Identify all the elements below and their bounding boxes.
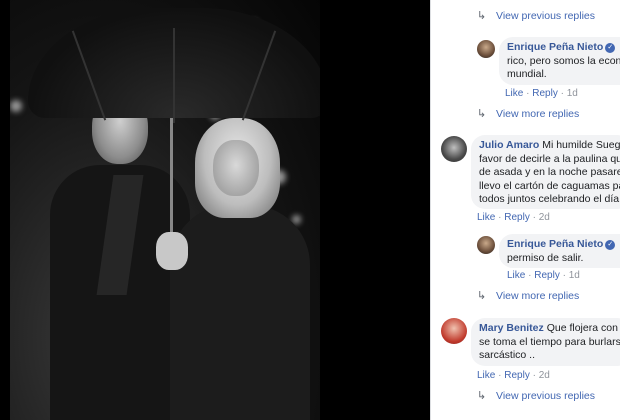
reply-link[interactable]: Reply — [504, 370, 530, 381]
comment-author[interactable]: Enrique Peña Nieto — [507, 238, 603, 250]
comment-timestamp[interactable]: 2d — [539, 370, 550, 381]
like-link[interactable]: Like — [505, 88, 523, 99]
hand — [156, 232, 188, 270]
comment-actions: Like · Reply · 2d — [477, 212, 550, 223]
comment-text: rico, pero somos la econ — [507, 54, 620, 67]
verified-badge-icon: ✓ — [605, 240, 616, 250]
reply-link[interactable]: Reply — [504, 212, 530, 223]
reply-bubble: Enrique Peña Nieto✓ N rico, pero somos l… — [499, 37, 620, 85]
view-more-replies-link[interactable]: View more replies — [496, 290, 579, 302]
comment-author[interactable]: Mary Benitez — [479, 322, 544, 334]
comment-timestamp[interactable]: 1d — [569, 270, 580, 281]
comments-panel: ↳ View previous replies Enrique Peña Nie… — [430, 0, 620, 420]
view-more-replies-link[interactable]: View more replies — [496, 108, 579, 120]
like-link[interactable]: Like — [477, 370, 495, 381]
reply-arrow-icon: ↳ — [477, 290, 487, 302]
comment-text: permiso de salir. — [507, 251, 584, 264]
comment-text: se toma el tiempo para burlarse — [479, 335, 620, 348]
umbrella-rib — [71, 30, 107, 121]
reply-arrow-icon: ↳ — [477, 108, 487, 120]
comment-text: todos juntos celebrando el día — [479, 193, 620, 205]
comment-bubble: Mary Benitez Que flojera con l se toma e… — [471, 318, 620, 366]
avatar[interactable] — [441, 136, 467, 162]
comment-author[interactable]: Enrique Peña Nieto — [507, 41, 603, 53]
like-link[interactable]: Like — [507, 270, 525, 281]
umbrella — [28, 8, 320, 123]
comment-text: sarcástico .. — [479, 349, 536, 361]
avatar[interactable] — [477, 236, 495, 254]
comment-text: favor de decirle a la paulina que — [479, 152, 620, 165]
photo-viewer — [0, 0, 430, 420]
avatar[interactable] — [477, 40, 495, 58]
comment-actions: Like · Reply · 1d — [507, 270, 580, 281]
comment-text: mundial. — [507, 68, 547, 80]
comment-text: Que flojera con l — [546, 322, 620, 334]
umbrella-rib — [173, 28, 175, 123]
comment-text: Mi humilde Suegr — [542, 139, 620, 151]
umbrella-rib — [241, 30, 277, 121]
reply-arrow-icon: ↳ — [477, 390, 487, 402]
view-previous-replies-link[interactable]: View previous replies — [496, 390, 595, 402]
comment-text: de asada y en la noche pasare — [479, 166, 620, 178]
comment-author[interactable]: Julio Amaro — [479, 139, 539, 151]
comment-actions: Like · Reply · 2d — [477, 370, 550, 381]
woman-face — [213, 140, 259, 196]
reply-link[interactable]: Reply — [534, 270, 560, 281]
comment-text: llevo el cartón de caguamas pa — [479, 179, 620, 192]
post-photo[interactable] — [10, 0, 320, 420]
comment-bubble: Julio Amaro Mi humilde Suegr favor de de… — [471, 135, 620, 209]
comment-timestamp[interactable]: 1d — [567, 88, 578, 99]
like-link[interactable]: Like — [477, 212, 495, 223]
reply-arrow-icon: ↳ — [477, 10, 487, 22]
reply-bubble: Enrique Peña Nieto✓ H permiso de salir. — [499, 234, 620, 268]
woman-coat — [170, 205, 310, 420]
verified-badge-icon: ✓ — [605, 43, 616, 53]
comment-actions: Like · Reply · 1d — [505, 88, 578, 99]
view-previous-replies-link[interactable]: View previous replies — [496, 10, 595, 22]
bokeh-light — [10, 100, 22, 112]
avatar[interactable] — [441, 318, 467, 344]
comment-timestamp[interactable]: 2d — [539, 212, 550, 223]
reply-link[interactable]: Reply — [532, 88, 558, 99]
